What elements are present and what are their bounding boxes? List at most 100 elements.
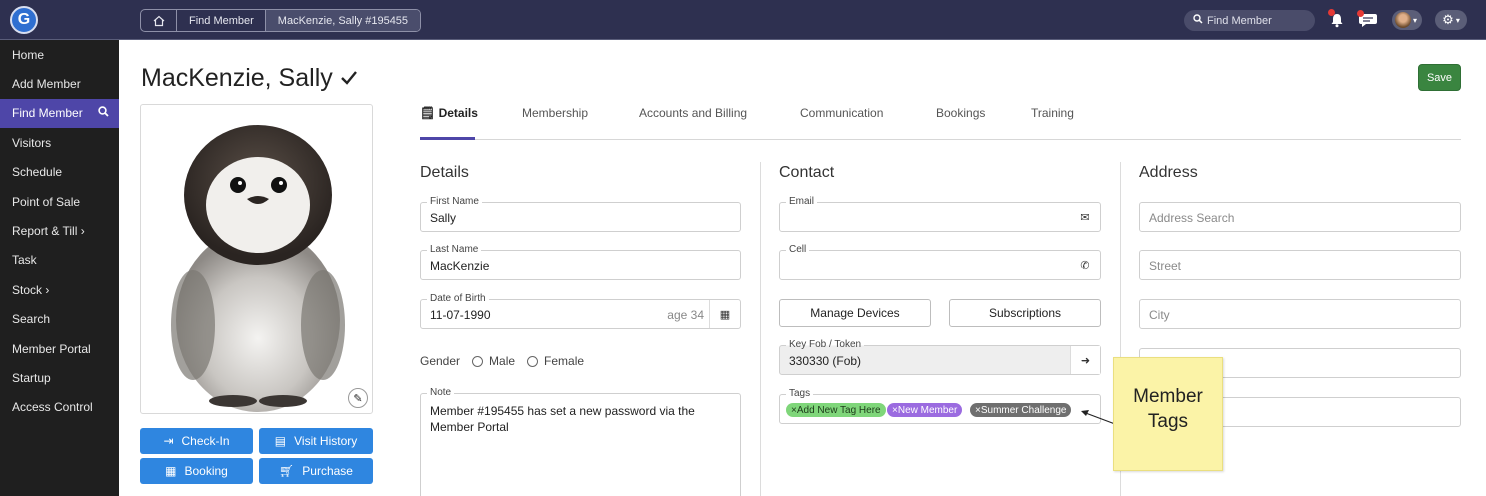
cell-label: Cell	[786, 244, 810, 256]
check-in-icon: ⇥	[163, 434, 174, 448]
page-title: MacKenzie, Sally	[141, 64, 358, 93]
column-divider	[760, 162, 761, 496]
member-tabs: 🗒︎ Details Membership Accounts and Billi…	[420, 104, 1461, 140]
sidebar-item-task[interactable]: Task	[0, 246, 119, 275]
gender-male-label[interactable]: Male	[489, 354, 515, 368]
tag-label: New Member	[897, 404, 958, 416]
gender-female-radio[interactable]	[527, 355, 539, 367]
first-name-label: First Name	[427, 196, 482, 208]
gender-male-radio[interactable]	[472, 355, 484, 367]
sidebar-item-schedule[interactable]: Schedule	[0, 158, 119, 187]
key-fob-label: Key Fob / Token	[786, 339, 865, 351]
settings-gear-icon[interactable]: ⚙ ▾	[1435, 10, 1467, 30]
tag-add-new[interactable]: × Add New Tag Here	[786, 403, 886, 417]
active-tab-indicator	[420, 137, 475, 140]
tag-summer-challenge[interactable]: × Summer Challenge	[970, 403, 1072, 417]
date-of-birth-value: 11-07-1990	[430, 308, 491, 322]
date-of-birth-label: Date of Birth	[427, 293, 489, 305]
details-section-title: Details	[420, 164, 469, 181]
sidebar-item-access-control[interactable]: Access Control	[0, 393, 119, 422]
last-name-value: MacKenzie	[430, 259, 490, 273]
check-in-label: Check-In	[181, 434, 230, 448]
tab-bookings[interactable]: Bookings	[936, 106, 985, 120]
member-photo[interactable]: ✎	[140, 104, 373, 414]
note-label: Note	[427, 387, 455, 399]
cart-icon: 🛒︎	[279, 464, 295, 478]
document-icon: 🗒︎	[420, 106, 436, 120]
booking-button[interactable]: ▦ Booking	[140, 458, 253, 484]
annotation-line-2: Tags	[1147, 411, 1189, 432]
breadcrumb-find-member[interactable]: Find Member	[176, 10, 266, 31]
search-placeholder: Find Member	[1207, 14, 1272, 27]
sidebar: Home Add Member Find Member Visitors Sch…	[0, 40, 119, 496]
note-text: Member #195455 has set a new password vi…	[430, 404, 695, 434]
tags-field[interactable]: Tags × Add New Tag Here × New Member × S…	[779, 388, 1101, 424]
chevron-down-icon: ▾	[1413, 15, 1418, 25]
messages-icon[interactable]	[1357, 10, 1379, 30]
sidebar-item-stock[interactable]: Stock ›	[0, 275, 119, 304]
booking-label: Booking	[184, 464, 228, 478]
check-in-button[interactable]: ⇥ Check-In	[140, 428, 253, 454]
sidebar-item-find-member[interactable]: Find Member	[0, 98, 119, 129]
gender-selector: Gender Male Female	[420, 354, 584, 368]
home-icon[interactable]	[141, 10, 177, 31]
cell-field[interactable]: Cell ✆	[779, 244, 1101, 280]
first-name-field[interactable]: First Name Sally	[420, 196, 741, 232]
tag-new-member[interactable]: × New Member	[887, 403, 963, 417]
street-input[interactable]: Street	[1139, 250, 1461, 280]
breadcrumb-current-member[interactable]: MacKenzie, Sally #195455	[264, 10, 421, 31]
sidebar-item-startup[interactable]: Startup	[0, 363, 119, 392]
street-placeholder: Street	[1149, 259, 1182, 273]
visit-history-label: Visit History	[294, 434, 358, 448]
gender-label: Gender	[420, 354, 461, 368]
contact-section-title: Contact	[779, 164, 835, 181]
date-of-birth-field[interactable]: Date of Birth 11-07-1990 age 34 ▦	[420, 293, 741, 329]
user-avatar[interactable]: ▾	[1392, 10, 1422, 30]
address-search-placeholder: Address Search	[1149, 211, 1235, 225]
visit-history-button[interactable]: ▤ Visit History	[259, 428, 373, 454]
email-field[interactable]: Email ✉	[779, 196, 1101, 232]
last-name-label: Last Name	[427, 244, 482, 256]
gender-female-label[interactable]: Female	[544, 354, 584, 368]
tab-membership[interactable]: Membership	[522, 106, 588, 120]
sign-in-icon[interactable]: ➜	[1070, 346, 1100, 374]
city-input[interactable]: City	[1139, 299, 1461, 329]
sidebar-item-visitors[interactable]: Visitors	[0, 128, 119, 157]
key-fob-field[interactable]: Key Fob / Token 330330 (Fob) ➜	[779, 339, 1101, 375]
annotation-arrow-icon	[1081, 410, 1116, 425]
sidebar-item-add-member[interactable]: Add Member	[0, 69, 119, 98]
sidebar-item-point-of-sale[interactable]: Point of Sale	[0, 187, 119, 216]
purchase-button[interactable]: 🛒︎ Purchase	[259, 458, 373, 484]
tab-training[interactable]: Training	[1031, 106, 1074, 120]
edit-photo-pencil-icon[interactable]: ✎	[348, 388, 368, 408]
tab-label: Details	[438, 106, 478, 120]
verified-check-icon	[340, 64, 358, 92]
penguin-chick-image	[171, 125, 345, 412]
manage-devices-button[interactable]: Manage Devices	[779, 299, 931, 327]
note-field[interactable]: Note Member #195455 has set a new passwo…	[420, 387, 741, 496]
sidebar-item-search[interactable]: Search	[0, 305, 119, 334]
search-icon	[98, 106, 109, 120]
first-name-value: Sally	[430, 211, 457, 225]
sidebar-item-home[interactable]: Home	[0, 40, 119, 69]
subscriptions-button[interactable]: Subscriptions	[949, 299, 1101, 327]
tab-accounts-billing[interactable]: Accounts and Billing	[639, 106, 747, 120]
tab-details[interactable]: 🗒︎ Details	[420, 106, 478, 120]
address-search-input[interactable]: Address Search	[1139, 202, 1461, 232]
app-logo[interactable]: G	[10, 6, 38, 34]
phone-icon[interactable]: ✆	[1070, 251, 1100, 279]
envelope-icon[interactable]: ✉	[1070, 203, 1100, 231]
calendar-icon[interactable]: ▦	[710, 300, 740, 328]
global-search-input[interactable]: Find Member	[1184, 10, 1315, 31]
annotation-line-1: Member	[1133, 386, 1203, 407]
sidebar-item-report-till[interactable]: Report & Till ›	[0, 216, 119, 245]
tab-communication[interactable]: Communication	[800, 106, 883, 120]
tag-label: Add New Tag Here	[796, 404, 881, 416]
notification-bell-icon[interactable]	[1328, 9, 1346, 30]
sidebar-item-member-portal[interactable]: Member Portal	[0, 334, 119, 363]
last-name-field[interactable]: Last Name MacKenzie	[420, 244, 741, 280]
save-button[interactable]: Save	[1418, 64, 1461, 91]
calendar-icon: ▦	[165, 464, 177, 478]
age-badge: age 34	[667, 308, 704, 322]
address-section-title: Address	[1139, 164, 1198, 181]
